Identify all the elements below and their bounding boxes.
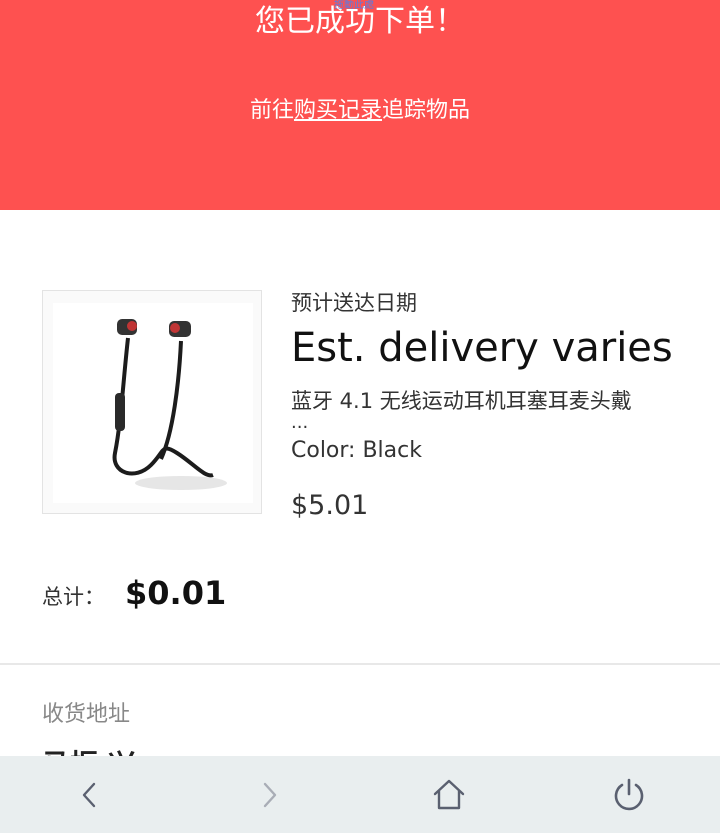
track-message: 前往购买记录追踪物品 xyxy=(0,96,720,126)
earphones-icon xyxy=(53,303,253,503)
home-icon xyxy=(433,779,465,810)
chevron-right-icon xyxy=(263,782,277,808)
order-total: 总计： $0.01 xyxy=(42,574,226,612)
bottom-navbar xyxy=(0,756,720,833)
forward-button[interactable] xyxy=(246,772,292,818)
item-title[interactable]: 蓝牙 4.1 无线运动耳机耳塞耳麦头戴 xyxy=(291,386,701,416)
success-banner: 您已成功下单！ 拖動此處 前往购买记录追踪物品 xyxy=(0,0,720,210)
chevron-left-icon xyxy=(82,782,96,808)
drag-handle-overlay[interactable]: 拖動此處 xyxy=(334,0,374,12)
item-color: Color: Black xyxy=(291,438,422,463)
shipping-address-label: 收货地址 xyxy=(42,702,131,727)
order-item-info: 预计送达日期 Est. delivery varies 蓝牙 4.1 无线运动耳… xyxy=(291,288,701,524)
total-value: $0.01 xyxy=(125,574,227,612)
item-title-ellipsis: ... xyxy=(291,412,309,433)
purchase-history-link[interactable]: 购买记录 xyxy=(294,98,382,123)
section-divider xyxy=(0,663,720,665)
track-prefix: 前往 xyxy=(249,98,294,123)
est-delivery-value: Est. delivery varies xyxy=(291,325,673,371)
track-suffix: 追踪物品 xyxy=(382,98,471,123)
power-icon xyxy=(614,778,644,811)
product-image[interactable] xyxy=(42,290,262,514)
total-label: 总计： xyxy=(42,585,105,609)
power-button[interactable] xyxy=(606,772,652,818)
est-delivery-label: 预计送达日期 xyxy=(291,291,417,315)
home-button[interactable] xyxy=(426,772,472,818)
item-price: $5.01 xyxy=(291,490,369,521)
back-button[interactable] xyxy=(67,772,113,818)
